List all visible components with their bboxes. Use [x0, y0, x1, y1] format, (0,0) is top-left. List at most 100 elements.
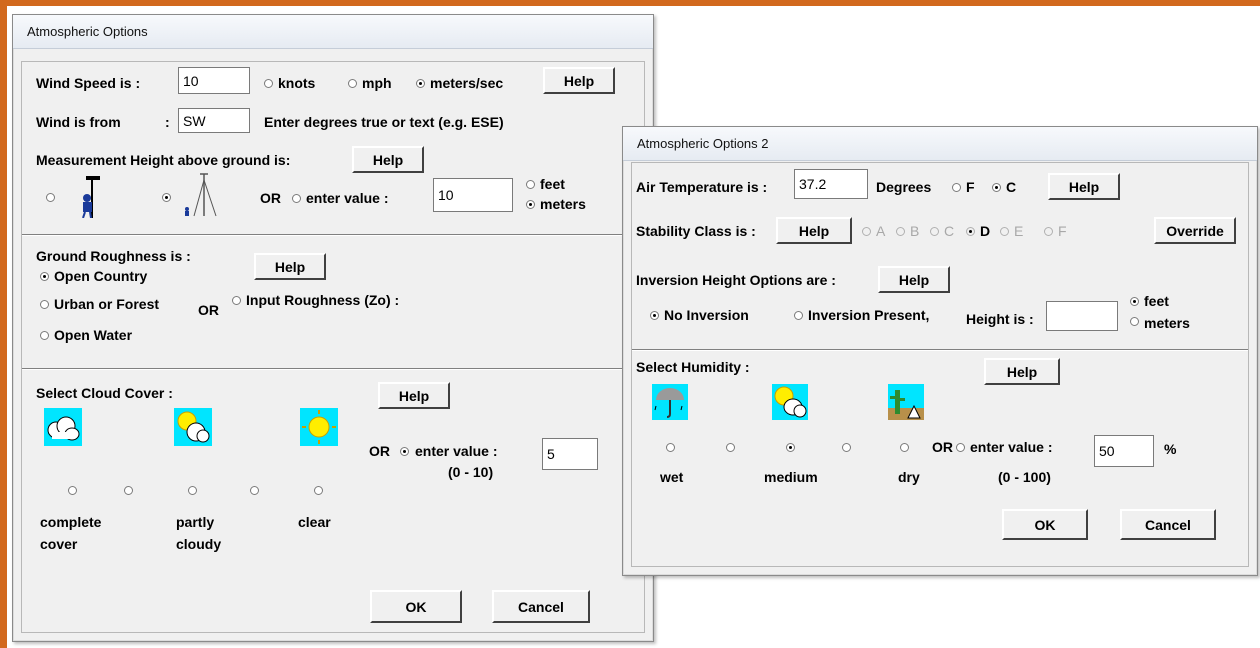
stability-class-label: Stability Class is :: [636, 223, 756, 239]
feet-label: feet: [540, 176, 565, 192]
cancel-button[interactable]: Cancel: [492, 590, 590, 623]
cloud-enter-value-radio[interactable]: [400, 447, 409, 456]
stability-a-label: A: [876, 223, 886, 239]
knots-label: knots: [278, 75, 316, 91]
cactus-desert-icon: [888, 384, 924, 420]
wind-from-label: Wind is from: [36, 114, 121, 130]
cloud-range-label: (0 - 10): [448, 464, 494, 480]
override-button[interactable]: Override: [1154, 217, 1236, 244]
humidity-enter-value-radio[interactable]: [956, 443, 965, 452]
celsius-radio[interactable]: [992, 183, 1001, 192]
measurement-height-help-button[interactable]: Help: [352, 146, 424, 173]
measurement-enter-value-radio[interactable]: [292, 194, 301, 203]
input-roughness-radio[interactable]: [232, 296, 241, 305]
inversion-feet-label: feet: [1144, 293, 1169, 309]
humidity-or-label: OR: [932, 439, 953, 455]
wet-label: wet: [660, 469, 684, 485]
measurement-height-input[interactable]: [433, 178, 513, 212]
humidity-radio-1[interactable]: [666, 443, 675, 452]
stability-help-button[interactable]: Help: [776, 217, 852, 244]
meters-radio[interactable]: [526, 200, 535, 209]
humidity-radio-4[interactable]: [842, 443, 851, 452]
ground-roughness-label: Ground Roughness is :: [36, 248, 191, 264]
humidity-radio-3[interactable]: [786, 443, 795, 452]
stability-a-radio[interactable]: [862, 227, 871, 236]
stability-b-radio[interactable]: [896, 227, 905, 236]
sun-cloud-icon: [772, 384, 808, 420]
stability-c-radio[interactable]: [930, 227, 939, 236]
inversion-height-label: Inversion Height Options are :: [636, 272, 836, 288]
stability-d-radio[interactable]: [966, 227, 975, 236]
cloud-cover-radio-3[interactable]: [188, 486, 197, 495]
inversion-present-radio[interactable]: [794, 311, 803, 320]
cloud-cover-input[interactable]: [542, 438, 598, 470]
humidity-enter-value-label: enter value :: [970, 439, 1053, 455]
inversion-feet-radio[interactable]: [1130, 297, 1139, 306]
cloud-cover-radio-5[interactable]: [314, 486, 323, 495]
no-inversion-radio[interactable]: [650, 311, 659, 320]
tower-height-radio[interactable]: [162, 193, 171, 202]
person-weather-vane-icon: [82, 176, 100, 218]
measurement-enter-value-label: enter value :: [306, 190, 389, 206]
open-country-radio[interactable]: [40, 272, 49, 281]
humidity-radio-5[interactable]: [900, 443, 909, 452]
cloud-cover-label: Select Cloud Cover :: [36, 385, 173, 401]
mph-label: mph: [362, 75, 392, 91]
humidity-help-button[interactable]: Help: [984, 358, 1060, 385]
open-water-radio[interactable]: [40, 331, 49, 340]
dialog-title-bar: Atmospheric Options 2: [623, 127, 1257, 161]
inversion-height-input[interactable]: [1046, 301, 1118, 331]
sun-cloud-icon: [174, 408, 212, 446]
cloud-cover-help-button[interactable]: Help: [378, 382, 450, 409]
stability-e-label: E: [1014, 223, 1024, 239]
complete-cover-label-2: cover: [40, 536, 78, 552]
medium-label: medium: [764, 469, 818, 485]
inversion-meters-radio[interactable]: [1130, 317, 1139, 326]
ground-roughness-help-button[interactable]: Help: [254, 253, 326, 280]
cloud-cover-radio-1[interactable]: [68, 486, 77, 495]
inversion-present-label: Inversion Present,: [808, 307, 930, 323]
mph-radio[interactable]: [348, 79, 357, 88]
select-humidity-label: Select Humidity :: [636, 359, 750, 375]
wind-speed-input[interactable]: [178, 67, 250, 94]
urban-forest-radio[interactable]: [40, 300, 49, 309]
cloud-icon: [44, 408, 82, 446]
dialog-title-bar: Atmospheric Options: [13, 15, 653, 49]
wind-speed-help-button[interactable]: Help: [543, 67, 615, 94]
person-height-radio[interactable]: [46, 193, 55, 202]
inversion-meters-label: meters: [1144, 315, 1190, 331]
stability-d-label: D: [980, 223, 991, 239]
knots-radio[interactable]: [264, 79, 273, 88]
ok-button[interactable]: OK: [370, 590, 462, 623]
cloud-cover-radio-4[interactable]: [250, 486, 259, 495]
humidity-input[interactable]: [1094, 435, 1154, 467]
degrees-label: Degrees: [876, 179, 932, 195]
meters-sec-label: meters/sec: [430, 75, 504, 91]
cloud-cover-radio-2[interactable]: [124, 486, 133, 495]
feet-radio[interactable]: [526, 180, 535, 189]
open-water-label: Open Water: [54, 327, 133, 343]
cancel-button[interactable]: Cancel: [1120, 509, 1216, 540]
stability-f-label: F: [1058, 223, 1067, 239]
ok-button[interactable]: OK: [1002, 509, 1088, 540]
meters-sec-radio[interactable]: [416, 79, 425, 88]
fahrenheit-radio[interactable]: [952, 183, 961, 192]
dialog-content: Air Temperature is : Degrees F C Help St…: [631, 162, 1249, 567]
stability-f-radio[interactable]: [1044, 227, 1053, 236]
percent-label: %: [1164, 441, 1177, 457]
open-country-label: Open Country: [54, 268, 148, 284]
dialog-title: Atmospheric Options 2: [637, 136, 769, 151]
wind-from-hint: Enter degrees true or text (e.g. ESE): [264, 114, 504, 130]
dry-label: dry: [898, 469, 920, 485]
stability-b-label: B: [910, 223, 920, 239]
air-temperature-input[interactable]: [794, 169, 868, 199]
atmospheric-options-2-dialog: Atmospheric Options 2 Air Temperature is…: [622, 126, 1258, 576]
humidity-radio-2[interactable]: [726, 443, 735, 452]
inversion-help-button[interactable]: Help: [878, 266, 950, 293]
stability-e-radio[interactable]: [1000, 227, 1009, 236]
air-temperature-help-button[interactable]: Help: [1048, 173, 1120, 200]
height-is-label: Height is :: [966, 311, 1034, 327]
celsius-label: C: [1006, 179, 1017, 195]
sun-icon: [300, 408, 338, 446]
wind-from-input[interactable]: [178, 108, 250, 133]
